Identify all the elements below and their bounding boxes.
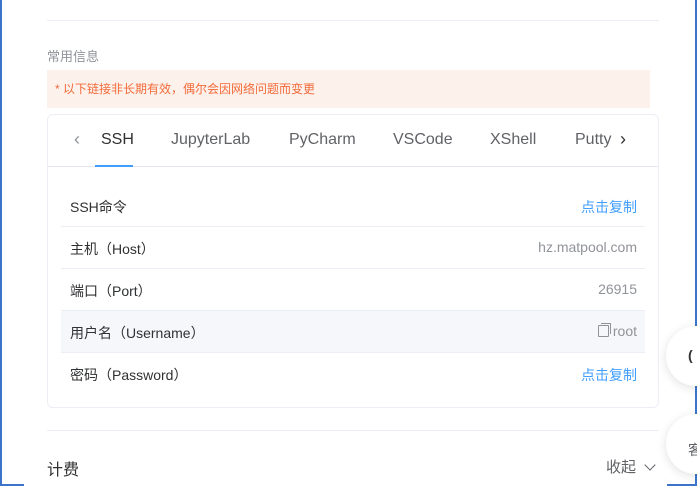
floating-button-text: ( [688,347,693,363]
info-row-port: 端口（Port） 26915 [61,269,645,311]
tab-putty[interactable]: Putty [575,131,611,149]
copy-password-link[interactable]: 点击复制 [581,365,637,385]
tab-ssh[interactable]: SSH [101,131,134,149]
row-label: 密码（Password） [70,367,188,383]
copy-ssh-link[interactable]: 点击复制 [581,197,637,217]
info-row-password: 密码（Password） 点击复制 [61,353,645,395]
tab-jupyterlab[interactable]: JupyterLab [171,131,250,149]
connection-card: ‹ SSH JupyterLab PyCharm VSCode XShell P… [47,114,659,408]
divider [47,20,659,21]
collapse-button[interactable]: 收起 [606,456,656,477]
port-value: 26915 [598,281,637,297]
copy-icon[interactable] [597,323,611,337]
tab-bar: ‹ SSH JupyterLab PyCharm VSCode XShell P… [48,115,658,167]
active-tab-indicator [95,165,133,167]
row-label: SSH命令 [70,199,127,215]
info-row-ssh-command: SSH命令 点击复制 [61,185,645,227]
notice-banner: * 以下链接非长期有效，偶尔会因网络问题而变更 [47,70,650,108]
customer-service-text: 客 [688,442,697,458]
info-row-host: 主机（Host） hz.matpool.com [61,227,645,269]
host-value: hz.matpool.com [538,239,637,255]
tab-pycharm[interactable]: PyCharm [289,131,356,149]
divider [47,430,659,431]
tab-xshell[interactable]: XShell [490,131,536,149]
section-title: 常用信息 [47,49,100,64]
collapse-label: 收起 [606,459,637,476]
chevron-down-icon [644,459,656,471]
billing-title: 计费 [47,462,80,479]
username-value: root [597,323,637,339]
info-row-username: 用户名（Username） root [61,311,645,353]
tab-vscode[interactable]: VSCode [393,131,453,149]
username-text: root [612,323,637,339]
info-panel: 常用信息 * 以下链接非长期有效，偶尔会因网络问题而变更 ‹ SSH Jupyt… [24,0,667,486]
row-label: 用户名（Username） [70,325,205,341]
row-label: 主机（Host） [70,241,155,257]
chevron-left-icon[interactable]: ‹ [74,129,80,150]
chevron-right-icon[interactable]: › [620,129,626,150]
row-label: 端口（Port） [70,283,152,299]
